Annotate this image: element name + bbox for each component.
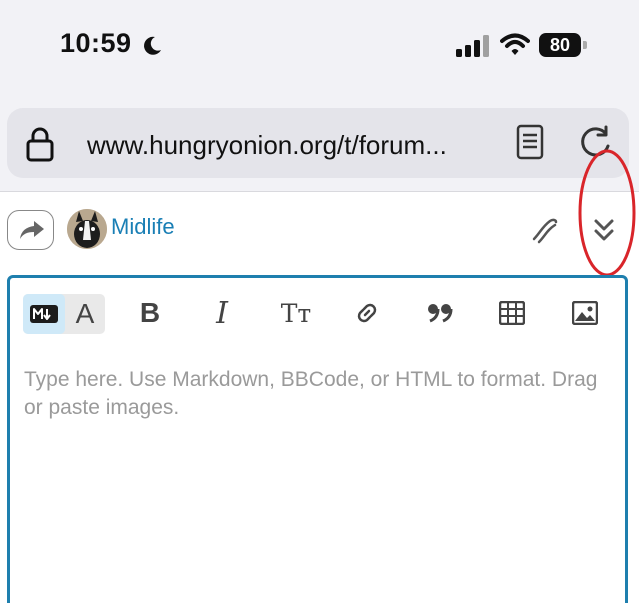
red-annotation-circle [578,149,636,277]
bold-label: B [139,297,161,328]
battery-icon: 80 [539,33,587,57]
italic-icon[interactable]: I [202,293,242,333]
heading-icon[interactable]: Tт [274,293,318,333]
battery-cap [583,41,587,49]
reader-mode-icon[interactable] [515,124,545,160]
wifi-icon [500,33,530,55]
table-icon[interactable] [492,293,532,333]
status-bar: 10:59 80 [0,0,639,100]
bold-icon[interactable]: B [130,293,170,333]
avatar[interactable] [67,209,107,249]
signal-icon [456,35,489,57]
image-icon[interactable] [565,293,605,333]
whisper-icon[interactable] [530,215,560,245]
italic-label: I [216,295,228,331]
rich-text-icon[interactable]: A [65,294,105,334]
moon-icon [144,36,161,55]
editor-box[interactable]: A B I Tт Type here. Use Markdown, BBCode… [7,275,628,603]
lock-icon [26,127,54,162]
link-icon[interactable] [347,293,387,333]
composer-header: Midlife [0,193,639,269]
reply-button[interactable] [7,210,54,250]
browser-toolbar: www.hungryonion.org/t/forum... [0,100,639,192]
rich-text-label: A [75,298,95,329]
address-bar[interactable]: www.hungryonion.org/t/forum... [7,108,629,178]
formatting-toolbar: A B I Tт [10,278,625,350]
username-link[interactable]: Midlife [111,214,175,240]
editor-mode-toggle[interactable]: A [23,294,105,334]
battery-level: 80 [539,33,581,57]
quote-icon[interactable] [420,293,460,333]
editor-placeholder[interactable]: Type here. Use Markdown, BBCode, or HTML… [24,366,604,422]
markdown-mode-active[interactable] [23,294,65,334]
heading-label: Tт [280,298,312,328]
url-text[interactable]: www.hungryonion.org/t/forum... [87,130,447,161]
reply-arrow-icon [20,221,44,239]
markdown-icon [30,305,58,323]
dog-avatar-icon [67,209,107,249]
clock: 10:59 [60,28,132,58]
